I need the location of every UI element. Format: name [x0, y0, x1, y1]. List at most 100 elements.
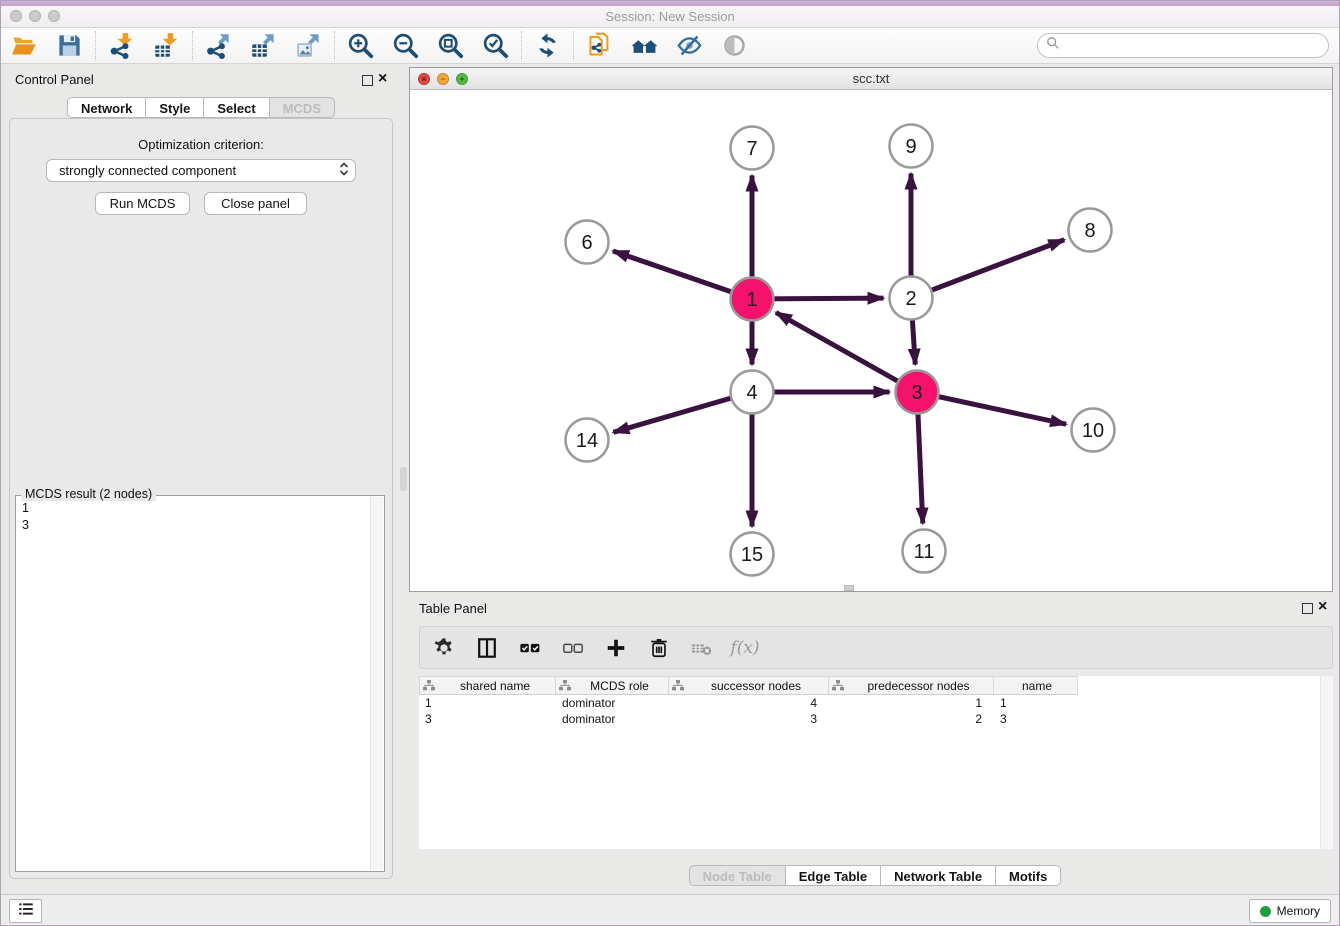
toolbar-separator [95, 31, 96, 61]
function-builder-disabled-icon: f(x) [731, 634, 759, 662]
search-box[interactable] [1037, 33, 1329, 58]
cell-name: 1 [994, 695, 1078, 711]
clone-network-icon[interactable] [584, 30, 615, 61]
tab-edge-table[interactable]: Edge Table [786, 865, 881, 886]
zoom-selected-icon[interactable] [480, 30, 511, 61]
table-row[interactable]: 1dominator411 [419, 695, 1333, 711]
memory-button[interactable]: Memory [1249, 899, 1331, 923]
column-header-mcds-role[interactable]: MCDS role [556, 676, 669, 695]
export-network-icon[interactable] [203, 30, 234, 61]
table-panel-close-icon[interactable]: × [1318, 600, 1327, 614]
show-graphics-disabled-icon [719, 30, 750, 61]
zoom-in-icon[interactable] [345, 30, 376, 61]
export-image-icon[interactable] [293, 30, 324, 61]
table-header-row: shared nameMCDS rolesuccessor nodesprede… [419, 676, 1333, 695]
node-15[interactable]: 15 [731, 533, 774, 576]
edge-2-8[interactable] [911, 240, 1064, 298]
node-10[interactable]: 10 [1072, 409, 1115, 452]
export-table-icon[interactable] [248, 30, 279, 61]
result-scrollbar[interactable] [370, 497, 383, 870]
node-6[interactable]: 6 [566, 221, 609, 264]
edge-3-10[interactable] [917, 392, 1066, 424]
svg-text:6: 6 [581, 232, 592, 254]
status-bar: Memory [1, 894, 1339, 925]
node-2[interactable]: 2 [890, 277, 933, 320]
criterion-value: strongly connected component [59, 163, 339, 178]
search-icon [1046, 36, 1060, 55]
column-header-name[interactable]: name [994, 676, 1078, 695]
result-line: 1 [22, 500, 366, 517]
horizontal-splitter-handle[interactable] [844, 585, 854, 591]
network-canvas[interactable]: 7 9 6 8 1 2 4 3 14 10 15 11 [410, 90, 1332, 591]
vertical-splitter-handle[interactable] [400, 467, 407, 491]
add-row-icon[interactable] [602, 634, 630, 662]
cell-shared-name: 1 [419, 695, 556, 711]
mcds-result-lines[interactable]: 13 [22, 500, 366, 867]
deselect-all-icon[interactable] [559, 634, 587, 662]
node-14[interactable]: 14 [566, 419, 609, 462]
search-input[interactable] [1065, 36, 1328, 56]
node-8[interactable]: 8 [1069, 209, 1112, 252]
node-1[interactable]: 1 [731, 278, 774, 321]
node-table: shared nameMCDS rolesuccessor nodesprede… [419, 676, 1333, 849]
zoom-fit-icon[interactable] [435, 30, 466, 61]
select-all-icon[interactable] [516, 634, 544, 662]
table-settings-icon[interactable] [430, 634, 458, 662]
tab-network-table[interactable]: Network Table [881, 865, 996, 886]
run-mcds-button[interactable]: Run MCDS [95, 192, 190, 215]
node-7[interactable]: 7 [731, 127, 774, 170]
hide-graphics-icon[interactable] [674, 30, 705, 61]
save-session-icon[interactable] [54, 30, 85, 61]
delete-row-icon[interactable] [645, 634, 673, 662]
svg-text:2: 2 [905, 288, 916, 310]
tab-network[interactable]: Network [67, 97, 146, 118]
column-header-successor-nodes[interactable]: successor nodes [669, 676, 829, 695]
svg-text:15: 15 [741, 544, 763, 566]
refresh-network-icon[interactable] [532, 30, 563, 61]
tab-node-table[interactable]: Node Table [689, 865, 786, 886]
edge-3-1[interactable] [776, 313, 917, 392]
window-titlebar: Session: New Session [1, 1, 1339, 28]
titlebar-row: Session: New Session [1, 6, 1339, 28]
control-panel-float-icon[interactable] [362, 75, 373, 86]
cell-predecessor-nodes: 1 [829, 695, 994, 711]
result-line: 3 [22, 517, 366, 534]
table-scrollbar[interactable] [1320, 676, 1333, 849]
mcds-result-box: MCDS result (2 nodes) 13 [15, 495, 385, 872]
import-network-icon[interactable] [106, 30, 137, 61]
svg-text:4: 4 [746, 382, 757, 404]
cell-successor-nodes: 4 [669, 695, 829, 711]
task-history-button[interactable] [9, 899, 42, 923]
toolbar-separator [573, 31, 574, 61]
node-11[interactable]: 11 [903, 530, 946, 573]
cell-successor-nodes: 3 [669, 711, 829, 727]
column-header-predecessor-nodes[interactable]: predecessor nodes [829, 676, 994, 695]
svg-text:11: 11 [914, 541, 935, 563]
network-window-title: scc.txt [410, 71, 1332, 86]
table-body: 1dominator4113dominator323 [419, 695, 1333, 727]
mcds-result-legend: MCDS result (2 nodes) [21, 487, 156, 501]
criterion-select[interactable]: strongly connected component [46, 159, 356, 182]
import-table-icon[interactable] [151, 30, 182, 61]
tab-mcds[interactable]: MCDS [270, 97, 335, 118]
column-header-shared-name[interactable]: shared name [419, 676, 556, 695]
table-row[interactable]: 3dominator323 [419, 711, 1333, 727]
tab-motifs[interactable]: Motifs [996, 865, 1061, 886]
node-9[interactable]: 9 [890, 125, 933, 168]
network-window-titlebar: × − + scc.txt [410, 68, 1332, 90]
svg-text:8: 8 [1084, 220, 1095, 242]
open-file-icon[interactable] [9, 30, 40, 61]
optimization-criterion-label: Optimization criterion: [1, 137, 401, 152]
tab-select[interactable]: Select [204, 97, 269, 118]
svg-text:3: 3 [911, 382, 922, 404]
node-3[interactable]: 3 [896, 371, 939, 414]
show-columns-icon[interactable] [473, 634, 501, 662]
control-panel-close-icon[interactable]: × [378, 72, 387, 86]
node-4[interactable]: 4 [731, 371, 774, 414]
zoom-out-icon[interactable] [390, 30, 421, 61]
close-panel-button[interactable]: Close panel [204, 192, 307, 215]
home-layout-icon[interactable] [629, 30, 660, 61]
table-panel-float-icon[interactable] [1302, 603, 1313, 614]
tab-style[interactable]: Style [146, 97, 204, 118]
cell-name: 3 [994, 711, 1078, 727]
